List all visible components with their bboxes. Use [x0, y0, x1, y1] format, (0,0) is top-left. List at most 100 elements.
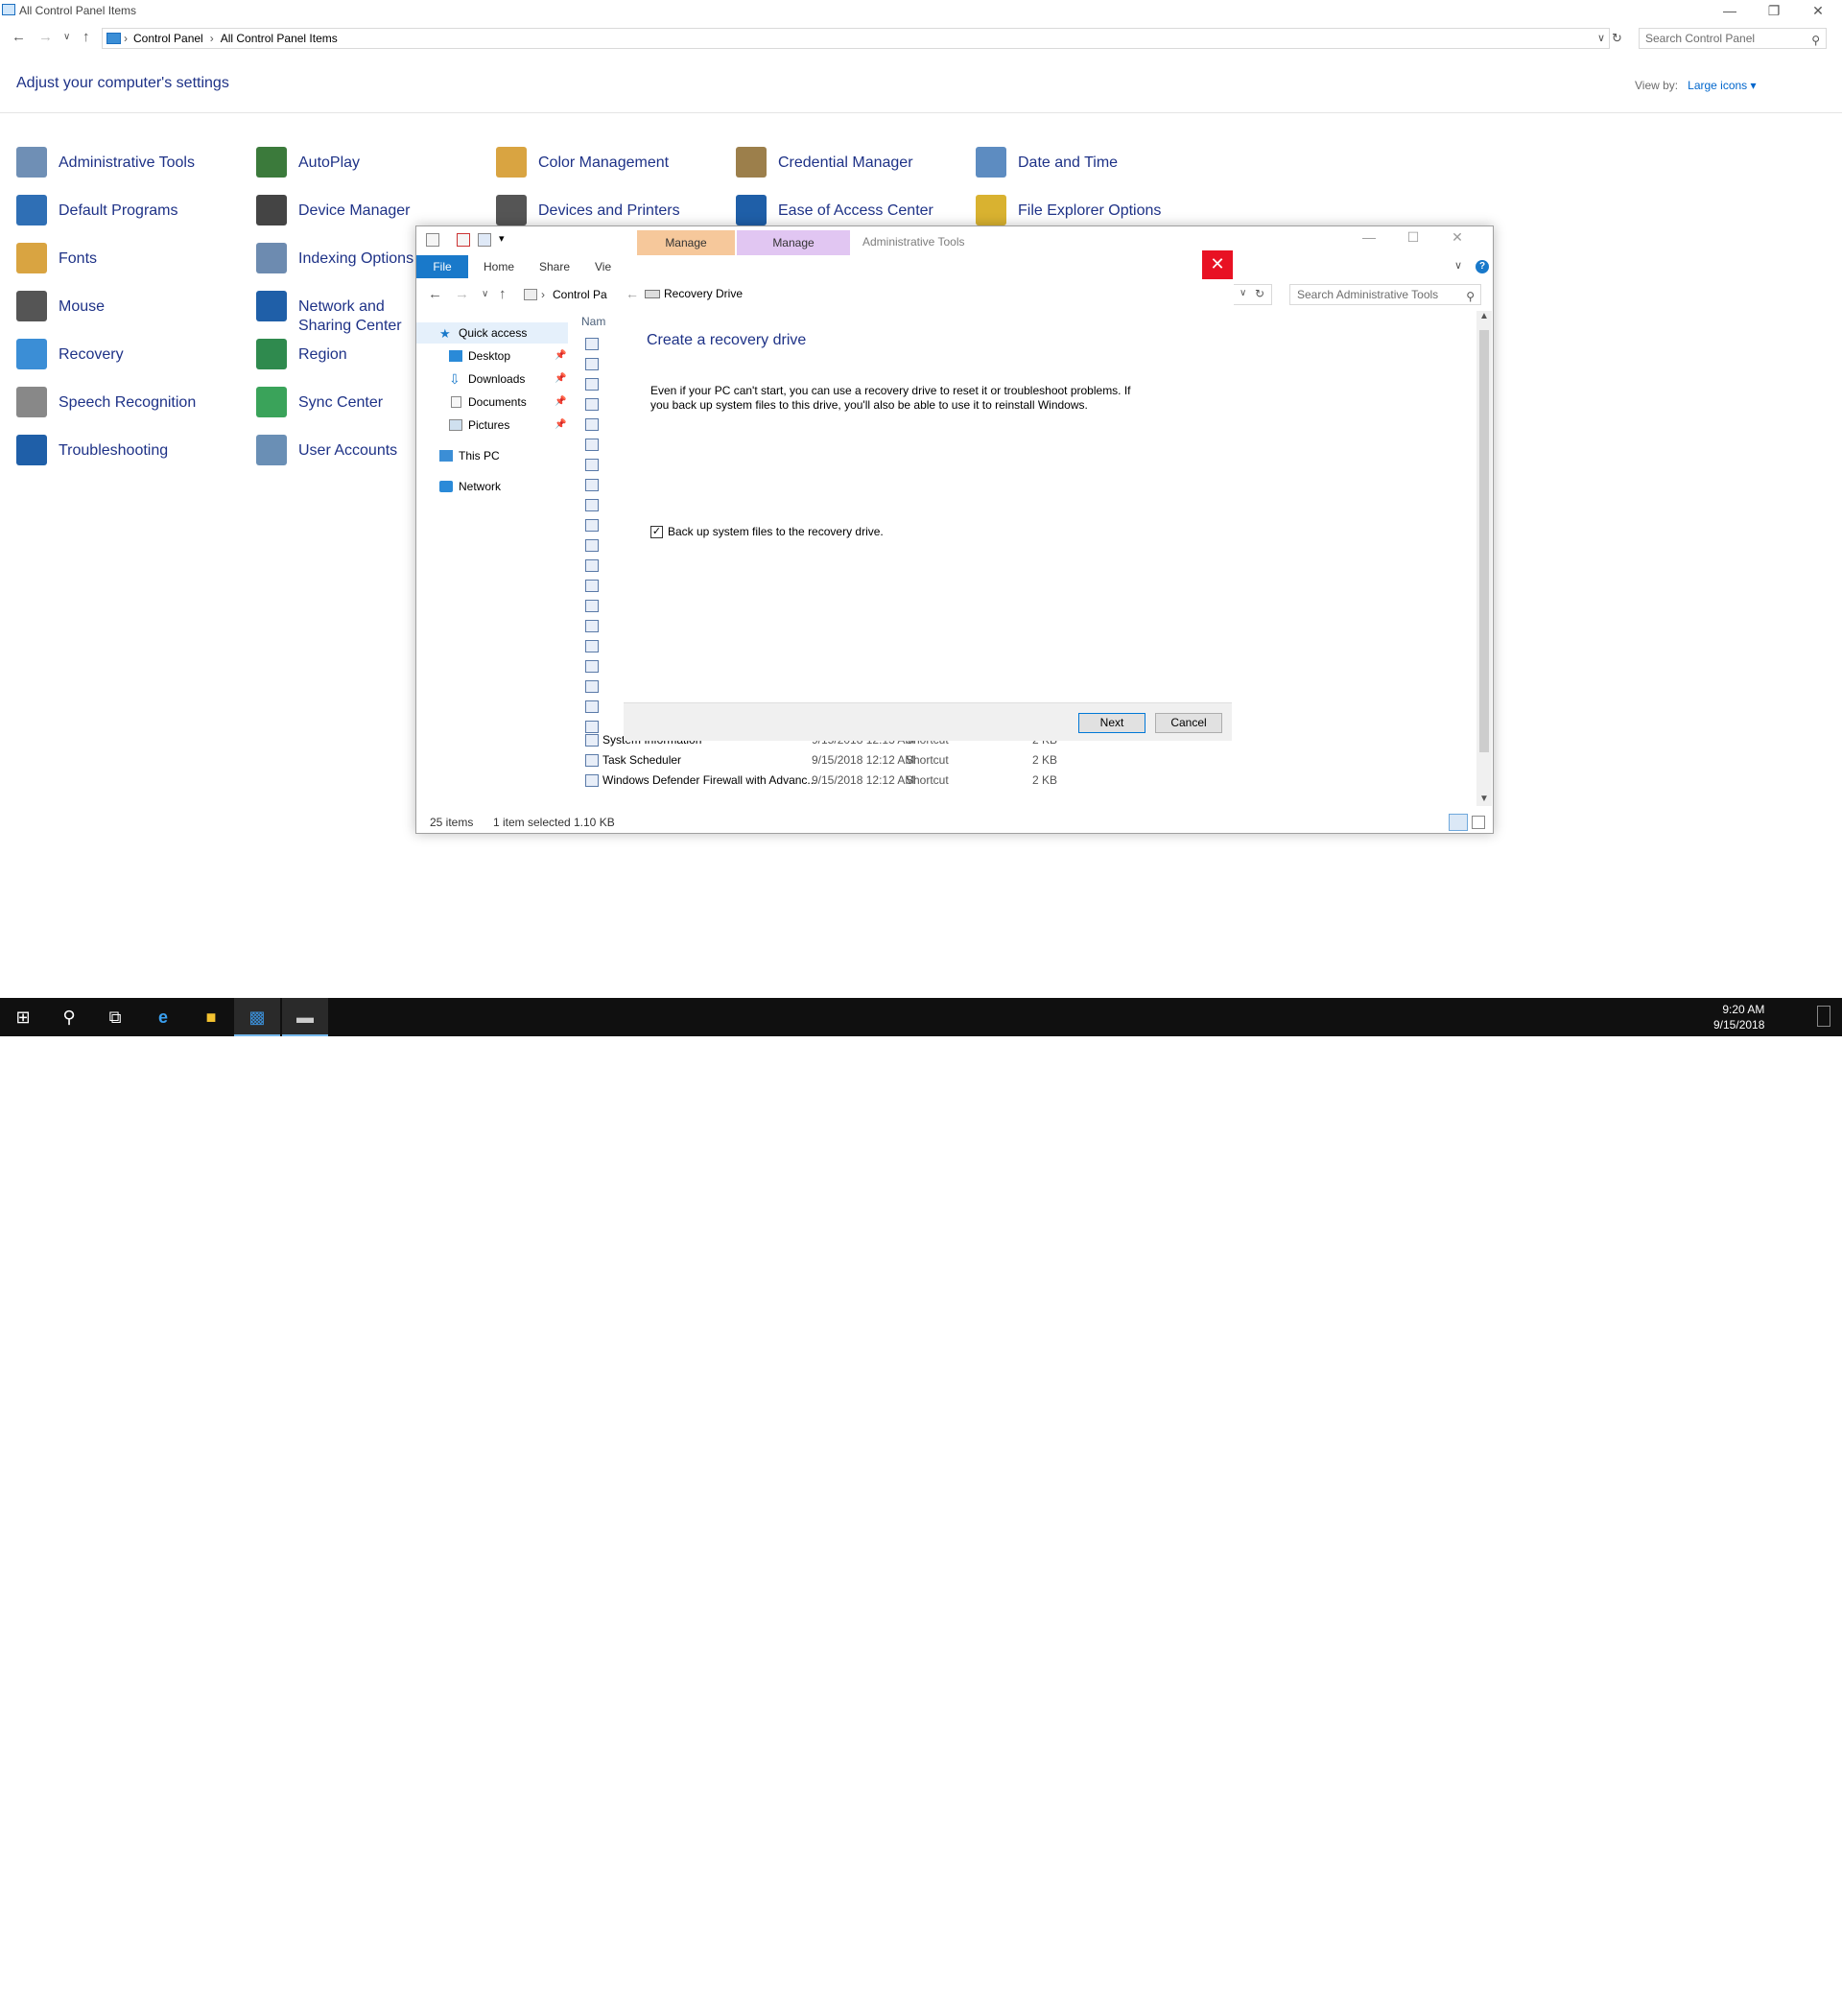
customize-qat-icon[interactable]: ▾	[499, 232, 505, 245]
cp-item-label: File Explorer Options	[1018, 202, 1162, 219]
clock-date: 9/15/2018	[1713, 1018, 1765, 1032]
recent-locations-icon[interactable]: ∨	[63, 32, 70, 42]
checkbox-box[interactable]: ✓	[650, 525, 663, 538]
manage-drive-tools-tab[interactable]: Manage	[737, 230, 850, 255]
details-view-icon[interactable]	[1449, 814, 1468, 831]
color-management-icon	[496, 147, 527, 178]
cp-item[interactable]: Color Management	[496, 147, 669, 185]
tab-home[interactable]: Home	[484, 260, 514, 273]
refresh-icon[interactable]: ↻	[1612, 31, 1622, 46]
backup-system-files-checkbox[interactable]: ✓ Back up system files to the recovery d…	[650, 525, 884, 538]
status-item-count: 25 items	[430, 816, 474, 829]
internet-explorer-icon[interactable]: e	[140, 998, 186, 1036]
recovery-drive-taskbar-icon[interactable]: ▬	[282, 998, 328, 1036]
watermark: TheCollectionBook	[1604, 1991, 1782, 2015]
minimize-button[interactable]: —	[1708, 0, 1752, 21]
help-icon[interactable]: ?	[1476, 260, 1489, 273]
nav-quick-access-label: Quick access	[459, 326, 528, 340]
restore-button[interactable]: ❐	[1752, 0, 1796, 21]
nav-this-pc[interactable]: This PC	[416, 445, 568, 466]
properties-icon[interactable]	[426, 233, 439, 247]
breadcrumb-all-items[interactable]: All Control Panel Items	[221, 32, 338, 45]
notifications-icon[interactable]	[1817, 1006, 1830, 1027]
explorer-address-bar[interactable]: › Control Pa	[520, 284, 614, 305]
cp-item[interactable]: Region	[256, 339, 347, 377]
nav-desktop[interactable]: Desktop 📌	[416, 345, 568, 367]
new-folder-icon[interactable]	[478, 233, 491, 247]
manage-shortcut-tools-tab[interactable]: Manage	[637, 230, 735, 255]
explorer-up-icon[interactable]: ↑	[499, 286, 507, 302]
cp-item[interactable]: Indexing Options	[256, 243, 413, 281]
explorer-back-icon[interactable]: ←	[428, 286, 442, 302]
nav-network[interactable]: Network	[416, 476, 568, 497]
ribbon-expand-icon[interactable]: ∨	[1454, 259, 1462, 272]
cp-item[interactable]: Date and Time	[976, 147, 1118, 185]
up-arrow-icon[interactable]: ↑	[83, 29, 90, 45]
column-header-name[interactable]: Nam	[581, 315, 605, 328]
shortcut-icon	[585, 600, 599, 612]
pin-icon: 📌	[555, 350, 567, 361]
cp-item[interactable]: Network and Sharing Center	[256, 291, 413, 334]
explorer-refresh-icon[interactable]: ↻	[1255, 287, 1264, 300]
wizard-back-icon[interactable]: ←	[626, 278, 639, 309]
cp-item[interactable]: Sync Center	[256, 387, 383, 425]
breadcrumb-control-panel[interactable]: Control Panel	[133, 32, 203, 45]
search-input[interactable]: Search Control Panel ⚲	[1639, 28, 1827, 49]
cp-item[interactable]: User Accounts	[256, 435, 397, 473]
cp-item[interactable]: Default Programs	[16, 195, 178, 233]
explorer-breadcrumb[interactable]: Control Pa	[553, 288, 607, 301]
control-panel-taskbar-icon[interactable]: ▩	[234, 998, 280, 1036]
explorer-maximize-button[interactable]: ☐	[1391, 226, 1435, 248]
shortcut-icon	[585, 459, 599, 471]
scroll-up-icon[interactable]: ▲	[1479, 311, 1489, 321]
cp-item[interactable]: Device Manager	[256, 195, 411, 233]
wizard-close-button[interactable]: ✕	[1202, 250, 1233, 279]
cp-item-label: Sync Center	[298, 394, 384, 411]
nav-documents[interactable]: Documents 📌	[416, 391, 568, 413]
next-button[interactable]: Next	[1078, 713, 1145, 733]
close-button[interactable]: ✕	[1796, 0, 1840, 21]
explorer-forward-icon[interactable]: →	[455, 286, 469, 302]
tab-share[interactable]: Share	[539, 260, 570, 273]
large-icons-view-icon[interactable]	[1472, 816, 1485, 829]
start-button[interactable]: ⊞	[0, 998, 46, 1036]
sync-center-icon	[256, 387, 287, 417]
explorer-minimize-button[interactable]: —	[1347, 226, 1391, 248]
cp-item[interactable]: Fonts	[16, 243, 97, 281]
cp-item[interactable]: Troubleshooting	[16, 435, 168, 473]
nav-pictures[interactable]: Pictures 📌	[416, 415, 568, 436]
cp-item-label: Fonts	[59, 250, 98, 267]
explorer-recent-icon[interactable]: ∨	[482, 289, 488, 299]
explorer-address-dropdown-icon[interactable]: ∨	[1240, 288, 1246, 298]
explorer-search-input[interactable]: Search Administrative Tools ⚲	[1289, 284, 1481, 305]
task-view-icon[interactable]: ⧉	[92, 998, 138, 1036]
cp-item[interactable]: AutoPlay	[256, 147, 360, 185]
address-bar[interactable]: › Control Panel › All Control Panel Items …	[102, 28, 1610, 49]
cp-item[interactable]: Recovery	[16, 339, 124, 377]
cancel-button[interactable]: Cancel	[1155, 713, 1222, 733]
file-explorer-icon[interactable]: ■	[188, 998, 234, 1036]
cp-item[interactable]: Speech Recognition	[16, 387, 196, 425]
clock[interactable]: 9:20 AM 9/15/2018	[1713, 1002, 1764, 1032]
tab-view[interactable]: Vie	[595, 260, 611, 273]
file-row[interactable]: Task Scheduler 9/15/2018 12:12 AM Shortcut…	[581, 750, 1157, 771]
scroll-down-icon[interactable]: ▼	[1479, 794, 1489, 804]
control-panel-icon	[2, 4, 15, 15]
file-row[interactable]: Windows Defender Firewall with Advanc...…	[581, 771, 1157, 791]
explorer-close-button[interactable]: ✕	[1435, 226, 1479, 248]
forward-arrow-icon[interactable]: →	[38, 29, 53, 45]
address-dropdown-icon[interactable]: ∨	[1597, 29, 1605, 48]
cp-item[interactable]: Administrative Tools	[16, 147, 195, 185]
view-by-dropdown[interactable]: Large icons ▾	[1688, 79, 1756, 92]
divider	[0, 112, 1842, 113]
tab-file[interactable]: File	[416, 255, 468, 278]
nav-quick-access[interactable]: ★ Quick access	[416, 322, 568, 344]
cp-item[interactable]: Credential Manager	[736, 147, 913, 185]
back-arrow-icon[interactable]: ←	[12, 29, 26, 45]
checkmark-icon[interactable]	[457, 233, 470, 247]
search-taskbar-icon[interactable]: ⚲	[46, 998, 92, 1036]
drive-icon	[645, 290, 660, 298]
nav-downloads[interactable]: ⇩ Downloads 📌	[416, 368, 568, 390]
scrollbar-thumb[interactable]	[1479, 330, 1489, 752]
cp-item[interactable]: Mouse	[16, 291, 105, 329]
